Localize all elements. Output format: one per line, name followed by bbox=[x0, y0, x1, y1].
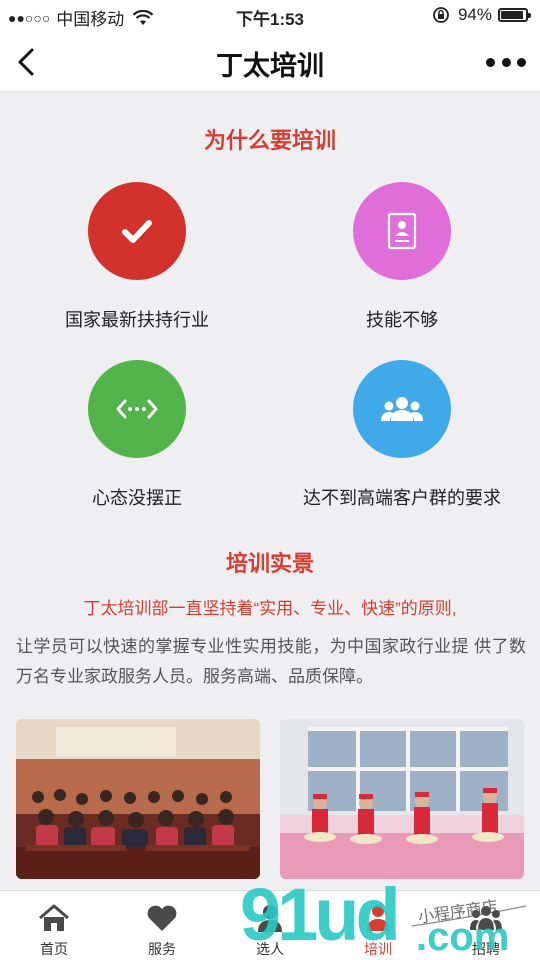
reason-item[interactable]: 技能不够 bbox=[267, 182, 537, 332]
practice-image bbox=[280, 719, 524, 879]
tab-training[interactable]: 培训 bbox=[324, 891, 432, 960]
battery-icon bbox=[498, 8, 531, 22]
person-icon bbox=[258, 905, 282, 932]
reason-circle bbox=[353, 182, 451, 280]
reason-circle bbox=[88, 182, 186, 280]
arrows-icon bbox=[116, 399, 158, 419]
why-section-title: 为什么要培训 bbox=[203, 128, 336, 153]
orientation-lock-icon bbox=[433, 7, 449, 23]
reason-item[interactable]: 达不到高端客户群的要求 bbox=[267, 360, 537, 510]
nav-bar: 丁太培训 bbox=[0, 30, 540, 92]
status-bar: ●●○○○ 中国移动 下午1:53 94% bbox=[0, 0, 540, 30]
tab-select[interactable]: 选人 bbox=[216, 891, 324, 960]
id-card-icon bbox=[387, 212, 417, 250]
reason-circle bbox=[353, 360, 451, 458]
scene-highlight: 丁太培训部一直坚持着“实用、专业、快速”的原则, bbox=[83, 599, 457, 618]
page-title: 丁太培训 bbox=[216, 51, 324, 81]
tab-home[interactable]: 首页 bbox=[0, 891, 108, 960]
reason-label: 技能不够 bbox=[366, 310, 438, 330]
tab-service[interactable]: 服务 bbox=[108, 891, 216, 960]
tab-bar: 首页 服务 选人 培训 招聘 bbox=[0, 890, 540, 960]
tab-recruit[interactable]: 招聘 bbox=[432, 891, 540, 960]
reason-label: 心态没摆正 bbox=[92, 488, 182, 508]
practice-photo[interactable] bbox=[280, 719, 524, 879]
reason-circle bbox=[88, 360, 186, 458]
recruit-icon bbox=[470, 906, 502, 930]
tab-label: 服务 bbox=[148, 941, 176, 957]
scene-description: 让学员可以快速的掌握专业性实用技能，为中国家政行业提 供了数万名专业家政服务人员… bbox=[16, 637, 526, 686]
heart-icon bbox=[147, 905, 177, 931]
more-button[interactable] bbox=[486, 52, 526, 72]
tab-label: 首页 bbox=[40, 941, 68, 957]
reason-item[interactable]: 心态没摆正 bbox=[2, 360, 272, 510]
more-dot-icon bbox=[501, 57, 511, 67]
check-icon bbox=[122, 220, 152, 243]
scene-section-title: 培训实景 bbox=[225, 551, 314, 576]
status-right: 94% bbox=[432, 5, 531, 25]
tab-label: 培训 bbox=[364, 941, 392, 957]
classroom-photo[interactable] bbox=[16, 719, 260, 879]
reason-label: 国家最新扶持行业 bbox=[65, 310, 209, 330]
reason-label: 达不到高端客户群的要求 bbox=[303, 488, 501, 508]
more-dot-icon bbox=[517, 57, 526, 67]
home-icon bbox=[39, 904, 69, 931]
training-icon bbox=[367, 905, 389, 931]
more-dot-icon bbox=[486, 57, 495, 67]
tab-label: 招聘 bbox=[472, 941, 500, 957]
classroom-image bbox=[16, 719, 260, 879]
battery-percent: 94% bbox=[457, 5, 492, 24]
group-icon bbox=[381, 397, 423, 421]
reason-item[interactable]: 国家最新扶持行业 bbox=[2, 182, 272, 332]
tab-label: 选人 bbox=[256, 941, 284, 957]
